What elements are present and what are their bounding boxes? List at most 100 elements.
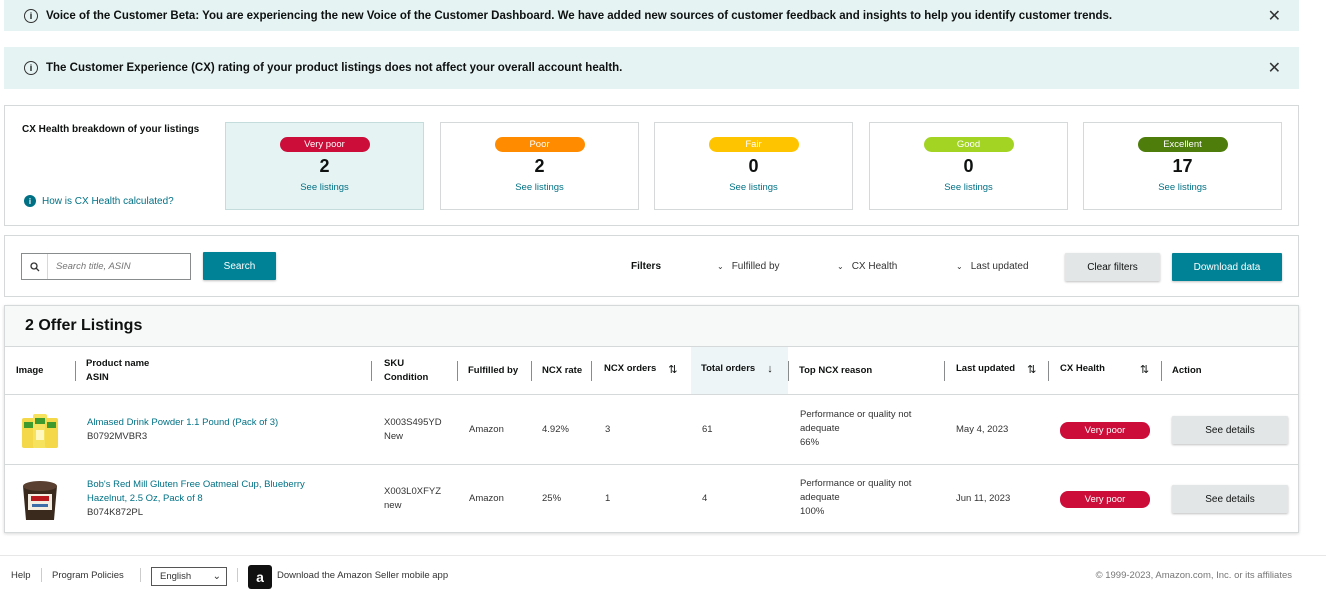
sort-icon[interactable]: ⇅ (1027, 363, 1036, 376)
product-name-link[interactable]: Bob's Red Mill Gluten Free Oatmeal Cup, … (87, 478, 342, 506)
cx-rating-banner: i The Customer Experience (CX) rating of… (4, 47, 1299, 89)
close-icon[interactable]: ✕ (1268, 58, 1281, 78)
sort-icon[interactable]: ⇅ (668, 363, 677, 376)
cx-health-dropdown[interactable]: ⌄ CX Health (837, 261, 897, 272)
cx-health-panel: CX Health breakdown of your listings i H… (4, 105, 1299, 226)
sku-cell: X003L0XFYZ new (384, 485, 441, 513)
cx-card-very-poor[interactable]: Very poor 2 See listings (225, 122, 424, 210)
product-image (19, 476, 61, 524)
product-cell: Bob's Red Mill Gluten Free Oatmeal Cup, … (87, 478, 342, 520)
product-name-link[interactable]: Almased Drink Powder 1.1 Pound (Pack of … (87, 416, 278, 430)
column-header-total-orders[interactable]: Total orders ↓ (691, 347, 788, 395)
listings-heading: 2 Offer Listings (5, 306, 1298, 347)
filter-bar: Search Filters ⌄ Fulfilled by ⌄ CX Healt… (4, 235, 1299, 297)
condition: new (384, 500, 402, 511)
see-details-button[interactable]: See details (1172, 416, 1288, 444)
cx-health-help-text[interactable]: How is CX Health calculated? (42, 196, 174, 207)
chevron-down-icon: ⌄ (717, 262, 724, 271)
column-header-action: Action (1161, 347, 1298, 395)
footer: Help Program Policies English ⌄ a Downlo… (0, 555, 1326, 596)
status-badge: Very poor (1060, 491, 1150, 508)
download-data-button[interactable]: Download data (1172, 253, 1282, 281)
see-listings-link[interactable]: See listings (441, 182, 638, 193)
cx-count: 0 (748, 156, 759, 176)
top-ncx-reason: Performance or quality not adequate 66% (800, 409, 912, 448)
fulfilled-by: Amazon (469, 424, 504, 435)
total-orders: 4 (702, 493, 708, 504)
sku-cell: X003S495YD New (384, 416, 442, 444)
product-image (19, 408, 61, 456)
clear-filters-button[interactable]: Clear filters (1065, 253, 1160, 281)
ncx-orders: 3 (605, 424, 611, 435)
cx-health-help-link[interactable]: i How is CX Health calculated? (24, 195, 174, 207)
status-badge: Excellent (1137, 137, 1228, 152)
dropdown-label: CX Health (851, 261, 898, 272)
chevron-down-icon: ⌄ (956, 262, 963, 271)
last-updated-dropdown[interactable]: ⌄ Last updated (956, 261, 1029, 272)
filters-label: Filters (631, 261, 662, 272)
help-link[interactable]: Help (11, 570, 31, 581)
top-ncx-reason: Performance or quality not adequate 100% (800, 478, 912, 517)
total-orders: 61 (702, 424, 713, 435)
cx-card-excellent[interactable]: Excellent 17 See listings (1083, 122, 1282, 210)
cx-rating-banner-text: The Customer Experience (CX) rating of y… (46, 62, 623, 74)
copyright: © 1999-2023, Amazon.com, Inc. or its aff… (1095, 570, 1292, 581)
info-icon: i (24, 61, 38, 75)
amazon-app-icon[interactable]: a (248, 565, 272, 589)
ncx-orders: 1 (605, 493, 611, 504)
cx-count: 17 (1172, 156, 1193, 176)
asin: B074K872PL (87, 507, 143, 518)
dropdown-label: Fulfilled by (731, 261, 780, 272)
language-selected: English (160, 571, 192, 582)
status-badge: Fair (708, 137, 799, 152)
column-header-sku: SKU Condition (371, 347, 457, 395)
see-listings-link[interactable]: See listings (870, 182, 1067, 193)
search-input[interactable] (48, 260, 188, 273)
last-updated: Jun 11, 2023 (956, 493, 1011, 504)
search-box (21, 253, 191, 280)
info-icon: i (24, 195, 36, 207)
download-app-link[interactable]: Download the Amazon Seller mobile app (277, 570, 448, 581)
cx-count: 2 (319, 156, 330, 176)
chevron-down-icon: ⌄ (212, 571, 221, 582)
fulfilled-by-dropdown[interactable]: ⌄ Fulfilled by (717, 261, 780, 272)
cx-card-good[interactable]: Good 0 See listings (869, 122, 1068, 210)
see-listings-link[interactable]: See listings (226, 182, 423, 193)
program-policies-link[interactable]: Program Policies (52, 570, 124, 581)
sku: X003S495YD (384, 417, 442, 428)
product-cell: Almased Drink Powder 1.1 Pound (Pack of … (87, 416, 278, 444)
column-header-image: Image (5, 347, 75, 395)
table-row: Bob's Red Mill Gluten Free Oatmeal Cup, … (5, 465, 1298, 534)
status-badge: Good (923, 137, 1014, 152)
search-button[interactable]: Search (203, 252, 276, 280)
ncx-rate: 25% (542, 493, 562, 504)
asin: B0792MVBR3 (87, 431, 148, 442)
see-listings-link[interactable]: See listings (1084, 182, 1281, 193)
cx-card-fair[interactable]: Fair 0 See listings (654, 122, 853, 210)
sort-icon[interactable]: ⇅ (1140, 363, 1149, 376)
condition: New (384, 431, 404, 442)
cx-health-title: CX Health breakdown of your listings (22, 124, 200, 135)
close-icon[interactable]: ✕ (1268, 6, 1281, 26)
column-header-ncx-orders[interactable]: NCX orders ⇅ (591, 347, 691, 395)
status-badge: Very poor (279, 137, 370, 152)
info-icon: i (24, 8, 38, 23)
column-header-ncx-rate: NCX rate (531, 347, 591, 395)
fulfilled-by: Amazon (469, 493, 504, 504)
status-badge: Very poor (1060, 422, 1150, 439)
offer-listings-panel: 2 Offer Listings Image Product name ASIN… (4, 305, 1299, 533)
column-header-product-name: Product name ASIN (75, 347, 371, 395)
dropdown-label: Last updated (970, 261, 1029, 272)
column-header-top-ncx-reason: Top NCX reason (788, 347, 944, 395)
sort-descending-icon[interactable]: ↓ (767, 363, 773, 375)
cx-card-poor[interactable]: Poor 2 See listings (440, 122, 639, 210)
cx-count: 2 (534, 156, 545, 176)
language-select[interactable]: English ⌄ (151, 567, 227, 586)
cx-count: 0 (963, 156, 974, 176)
column-header-last-updated[interactable]: Last updated ⇅ (944, 347, 1048, 395)
see-details-button[interactable]: See details (1172, 485, 1288, 513)
table-row: Almased Drink Powder 1.1 Pound (Pack of … (5, 396, 1298, 465)
ncx-rate: 4.92% (542, 424, 569, 435)
see-listings-link[interactable]: See listings (655, 182, 852, 193)
column-header-cx-health[interactable]: CX Health ⇅ (1048, 347, 1161, 395)
